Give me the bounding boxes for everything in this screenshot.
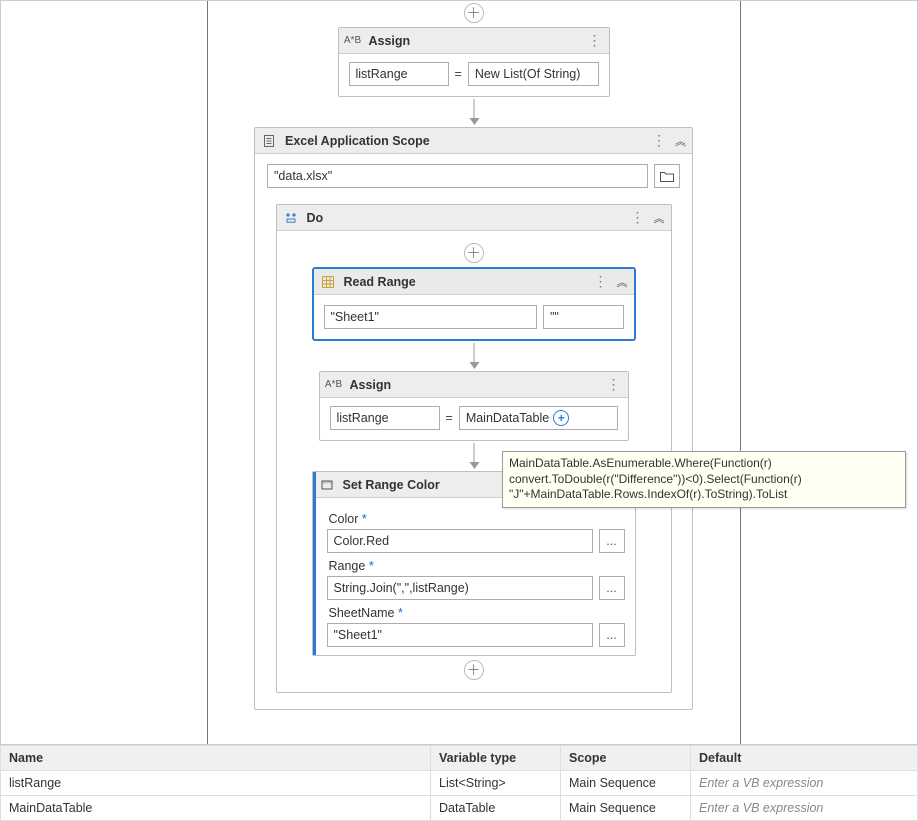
activity-title: Read Range [344,275,416,289]
workflow-canvas: ＋ A*B Assign ⋮ listRange = New List(Of S… [0,0,918,744]
var-name[interactable]: listRange [1,771,431,796]
do-sequence[interactable]: Do ⋮ ︽ ＋ Read Range [276,204,672,693]
sheetname-input[interactable]: "Sheet1" [327,623,593,647]
add-node[interactable]: ＋ [464,660,484,680]
options-icon[interactable]: ⋮ [631,209,646,226]
color-label: Color * [329,512,625,526]
var-scope[interactable]: Main Sequence [561,771,691,796]
expression-tooltip: MainDataTable.AsEnumerable.Where(Functio… [502,451,906,508]
expand-expression-button[interactable]: + [553,410,569,426]
range-value-input[interactable]: String.Join(",",listRange) [327,576,593,600]
variable-row[interactable]: listRange List<String> Main Sequence Ent… [1,771,918,796]
equals-sign: = [455,67,462,81]
col-name[interactable]: Name [1,746,431,771]
col-type[interactable]: Variable type [431,746,561,771]
browse-file-button[interactable] [654,164,680,188]
options-icon[interactable]: ⋮ [594,273,609,290]
read-range-activity[interactable]: Read Range ⋮ ︽ "Sheet1" "" [312,267,636,341]
var-type[interactable]: List<String> [431,771,561,796]
add-node-top[interactable]: ＋ [464,3,484,23]
color-ellipsis-button[interactable]: ... [599,529,625,553]
selection-strip [313,472,316,655]
document-icon [261,133,277,149]
assign-value-text: MainDataTable [466,411,549,425]
col-scope[interactable]: Scope [561,746,691,771]
sheet-name-input[interactable]: "Sheet1" [324,305,538,329]
var-type[interactable]: DataTable [431,796,561,821]
sequence-icon [283,210,299,226]
collapse-icon[interactable]: ︽ [617,274,628,290]
edge-left [207,1,208,744]
activity-title: Excel Application Scope [285,134,430,148]
assign-activity-1[interactable]: A*B Assign ⋮ listRange = New List(Of Str… [338,27,610,97]
range-ellipsis-button[interactable]: ... [599,576,625,600]
sheetname-ellipsis-button[interactable]: ... [599,623,625,647]
assign-to-input[interactable]: listRange [349,62,449,86]
options-icon[interactable]: ⋮ [588,32,603,49]
collapse-icon[interactable]: ︽ [675,133,686,149]
variable-row[interactable]: MainDataTable DataTable Main Sequence En… [1,796,918,821]
color-input[interactable]: Color.Red [327,529,593,553]
edge-right [740,1,741,744]
assign-icon: A*B [326,377,342,393]
range-input[interactable]: "" [543,305,624,329]
options-icon[interactable]: ⋮ [652,132,667,149]
assign-value-input[interactable]: New List(Of String) [468,62,599,86]
var-scope[interactable]: Main Sequence [561,796,691,821]
workbook-path-input[interactable]: "data.xlsx" [267,164,648,188]
var-default[interactable]: Enter a VB expression [691,796,918,821]
equals-sign: = [446,411,453,425]
set-range-icon [319,477,335,493]
activity-title: Set Range Color [343,478,440,492]
assign-value-input[interactable]: MainDataTable + [459,406,618,430]
activity-title: Assign [350,378,392,392]
range-label: Range * [329,559,625,573]
var-default[interactable]: Enter a VB expression [691,771,918,796]
add-node[interactable]: ＋ [464,243,484,263]
col-default[interactable]: Default [691,746,918,771]
activity-title: Assign [369,34,411,48]
variables-panel: Name Variable type Scope Default listRan… [0,744,918,821]
excel-range-icon [320,274,336,290]
collapse-icon[interactable]: ︽ [654,210,665,226]
assign-activity-2[interactable]: A*B Assign ⋮ listRange = MainDataTable + [319,371,629,441]
options-icon[interactable]: ⋮ [607,376,622,393]
sheetname-label: SheetName * [329,606,625,620]
activity-title: Do [307,211,324,225]
excel-application-scope[interactable]: Excel Application Scope ⋮ ︽ "data.xlsx" … [254,127,693,710]
assign-to-input[interactable]: listRange [330,406,440,430]
var-name[interactable]: MainDataTable [1,796,431,821]
assign-icon: A*B [345,33,361,49]
